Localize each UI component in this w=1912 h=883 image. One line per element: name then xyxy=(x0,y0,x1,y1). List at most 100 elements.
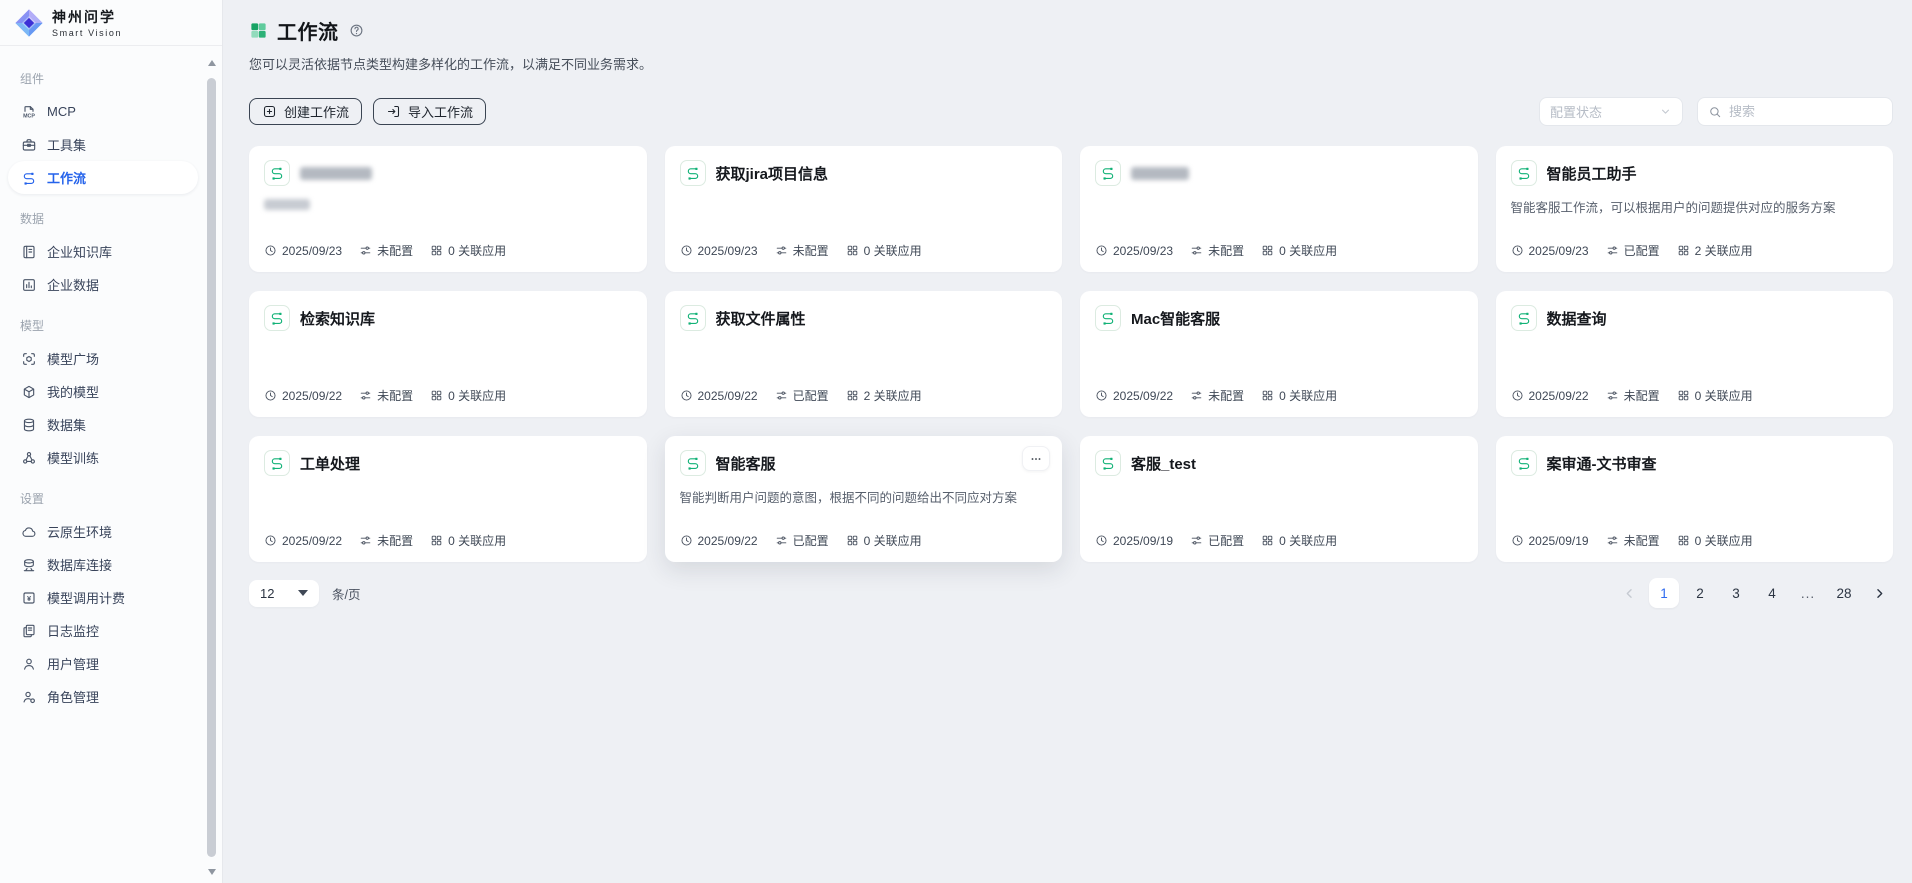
card-linked-apps-meta: 0 关联应用 xyxy=(430,387,506,404)
workflow-card[interactable]: Mac智能客服2025/09/22未配置0 关联应用 xyxy=(1080,291,1478,417)
sidebar-item-datasets[interactable]: 数据集 xyxy=(8,408,198,441)
card-config-status-meta: 已配置 xyxy=(775,387,829,404)
workflow-cards-grid: 2025/09/23未配置0 关联应用获取jira项目信息2025/09/23未… xyxy=(249,146,1893,562)
card-config-status: 已配置 xyxy=(793,532,829,549)
sidebar-item-mcp[interactable]: MCPMCP xyxy=(8,95,198,128)
workflow-card[interactable]: 案审通-文书审查2025/09/19未配置0 关联应用 xyxy=(1496,436,1894,562)
page-button-4[interactable]: 4 xyxy=(1757,578,1787,608)
next-page-button[interactable] xyxy=(1865,578,1893,608)
card-title: 智能员工助手 xyxy=(1547,163,1637,184)
sidebar-item-db-connection[interactable]: 数据库连接 xyxy=(8,548,198,581)
sidebar-item-user-management[interactable]: 用户管理 xyxy=(8,647,198,680)
card-date: 2025/09/22 xyxy=(282,534,342,548)
create-workflow-label: 创建工作流 xyxy=(284,102,349,121)
card-title: 智能客服 xyxy=(716,453,776,474)
scroll-down-arrow-icon[interactable] xyxy=(208,869,216,875)
card-linked-apps-meta: 0 关联应用 xyxy=(1261,532,1337,549)
workflow-card[interactable]: 工单处理2025/09/22未配置0 关联应用 xyxy=(249,436,647,562)
card-title: 客服_test xyxy=(1131,453,1196,474)
workflow-card[interactable]: 检索知识库2025/09/22未配置0 关联应用 xyxy=(249,291,647,417)
plus-square-icon xyxy=(262,104,277,119)
help-icon[interactable] xyxy=(349,23,364,38)
workflow-icon xyxy=(21,170,37,186)
sidebar-item-model-billing[interactable]: ¥模型调用计费 xyxy=(8,581,198,614)
card-linked-apps: 0 关联应用 xyxy=(1279,242,1337,259)
billing-icon: ¥ xyxy=(21,590,37,606)
card-menu-button[interactable] xyxy=(1022,446,1050,471)
clock-icon xyxy=(680,389,693,402)
config-status-select[interactable]: 配置状态 xyxy=(1539,97,1683,126)
card-linked-apps-meta: 0 关联应用 xyxy=(846,242,922,259)
sidebar-item-model-plaza[interactable]: 模型广场 xyxy=(8,342,198,375)
search-icon xyxy=(1708,105,1722,119)
clock-icon xyxy=(1511,534,1524,547)
pagination-ellipsis[interactable]: ... xyxy=(1793,578,1823,608)
blurred-card-title xyxy=(300,167,372,180)
sidebar-item-workflow[interactable]: 工作流 xyxy=(8,161,198,194)
card-linked-apps: 0 关联应用 xyxy=(1279,532,1337,549)
workflow-card[interactable]: 获取jira项目信息2025/09/23未配置0 关联应用 xyxy=(665,146,1063,272)
sidebar-item-toolset[interactable]: 工具集 xyxy=(8,128,198,161)
workflow-card[interactable]: 2025/09/23未配置0 关联应用 xyxy=(249,146,647,272)
import-icon xyxy=(386,104,401,119)
clock-icon xyxy=(1095,534,1108,547)
page-button-2[interactable]: 2 xyxy=(1685,578,1715,608)
card-config-status: 未配置 xyxy=(1624,532,1660,549)
apps-grid-icon xyxy=(1677,244,1690,257)
prev-page-button[interactable] xyxy=(1615,578,1643,608)
workflow-card[interactable]: 智能客服智能判断用户问题的意图，根据不同的问题给出不同应对方案2025/09/2… xyxy=(665,436,1063,562)
page-button-28[interactable]: 28 xyxy=(1829,578,1859,608)
sidebar-item-my-models[interactable]: 我的模型 xyxy=(8,375,198,408)
workflow-card[interactable]: 客服_test 2025/09/19 已配置 0 关联应用 xyxy=(1080,436,1478,562)
card-title: Mac智能客服 xyxy=(1131,308,1220,329)
import-workflow-button[interactable]: 导入工作流 xyxy=(373,98,486,125)
bar-chart-icon xyxy=(21,277,37,293)
card-title: 获取文件属性 xyxy=(716,308,806,329)
sidebar-item-log-monitor[interactable]: 日志监控 xyxy=(8,614,198,647)
page-button-1[interactable]: 1 xyxy=(1649,578,1679,608)
clock-icon xyxy=(264,389,277,402)
card-date-meta: 2025/09/19 xyxy=(1095,534,1173,548)
clock-icon xyxy=(264,534,277,547)
card-date: 2025/09/23 xyxy=(698,244,758,258)
clock-icon xyxy=(1511,389,1524,402)
create-workflow-button[interactable]: 创建工作流 xyxy=(249,98,362,125)
clock-icon xyxy=(680,244,693,257)
scroll-up-arrow-icon[interactable] xyxy=(208,60,216,66)
workflow-card[interactable]: 获取文件属性2025/09/22已配置2 关联应用 xyxy=(665,291,1063,417)
card-date: 2025/09/22 xyxy=(698,534,758,548)
card-config-status: 已配置 xyxy=(1208,532,1244,549)
role-icon xyxy=(21,689,37,705)
sidebar-item-label: 日志监控 xyxy=(47,621,99,640)
workflow-card[interactable]: 数据查询2025/09/22未配置0 关联应用 xyxy=(1496,291,1894,417)
search-input[interactable] xyxy=(1729,104,1882,119)
sidebar-section-label: 设置 xyxy=(20,490,186,507)
user-icon xyxy=(21,656,37,672)
config-icon xyxy=(775,244,788,257)
sidebar-item-role-management[interactable]: 角色管理 xyxy=(8,680,198,713)
config-icon xyxy=(359,389,372,402)
brand-logo[interactable]: 神州问学 Smart Vision xyxy=(0,0,222,46)
card-linked-apps-meta: 0 关联应用 xyxy=(1261,387,1337,404)
sidebar-scrollbar-thumb[interactable] xyxy=(207,78,216,857)
sidebar-item-cloud-native[interactable]: 云原生环境 xyxy=(8,515,198,548)
card-config-status: 未配置 xyxy=(377,387,413,404)
page-size-value: 12 xyxy=(260,586,274,601)
card-title: 数据查询 xyxy=(1547,308,1607,329)
sidebar-item-label: 模型广场 xyxy=(47,349,99,368)
page-button-3[interactable]: 3 xyxy=(1721,578,1751,608)
page-size-select[interactable]: 12 xyxy=(249,580,319,607)
card-linked-apps-meta: 2 关联应用 xyxy=(846,387,922,404)
workflow-card[interactable]: 智能员工助手智能客服工作流，可以根据用户的问题提供对应的服务方案2025/09/… xyxy=(1496,146,1894,272)
workflow-card[interactable]: 2025/09/23未配置0 关联应用 xyxy=(1080,146,1478,272)
card-date-meta: 2025/09/22 xyxy=(1511,389,1589,403)
card-config-status: 未配置 xyxy=(377,532,413,549)
sidebar-scrollbar[interactable] xyxy=(205,48,219,883)
sidebar-item-knowledge-base[interactable]: 企业知识库 xyxy=(8,235,198,268)
card-date-meta: 2025/09/19 xyxy=(1511,534,1589,548)
sidebar-item-label: 我的模型 xyxy=(47,382,99,401)
search-box[interactable] xyxy=(1697,97,1893,126)
config-icon xyxy=(1190,389,1203,402)
sidebar-item-enterprise-data[interactable]: 企业数据 xyxy=(8,268,198,301)
sidebar-item-model-training[interactable]: 模型训练 xyxy=(8,441,198,474)
